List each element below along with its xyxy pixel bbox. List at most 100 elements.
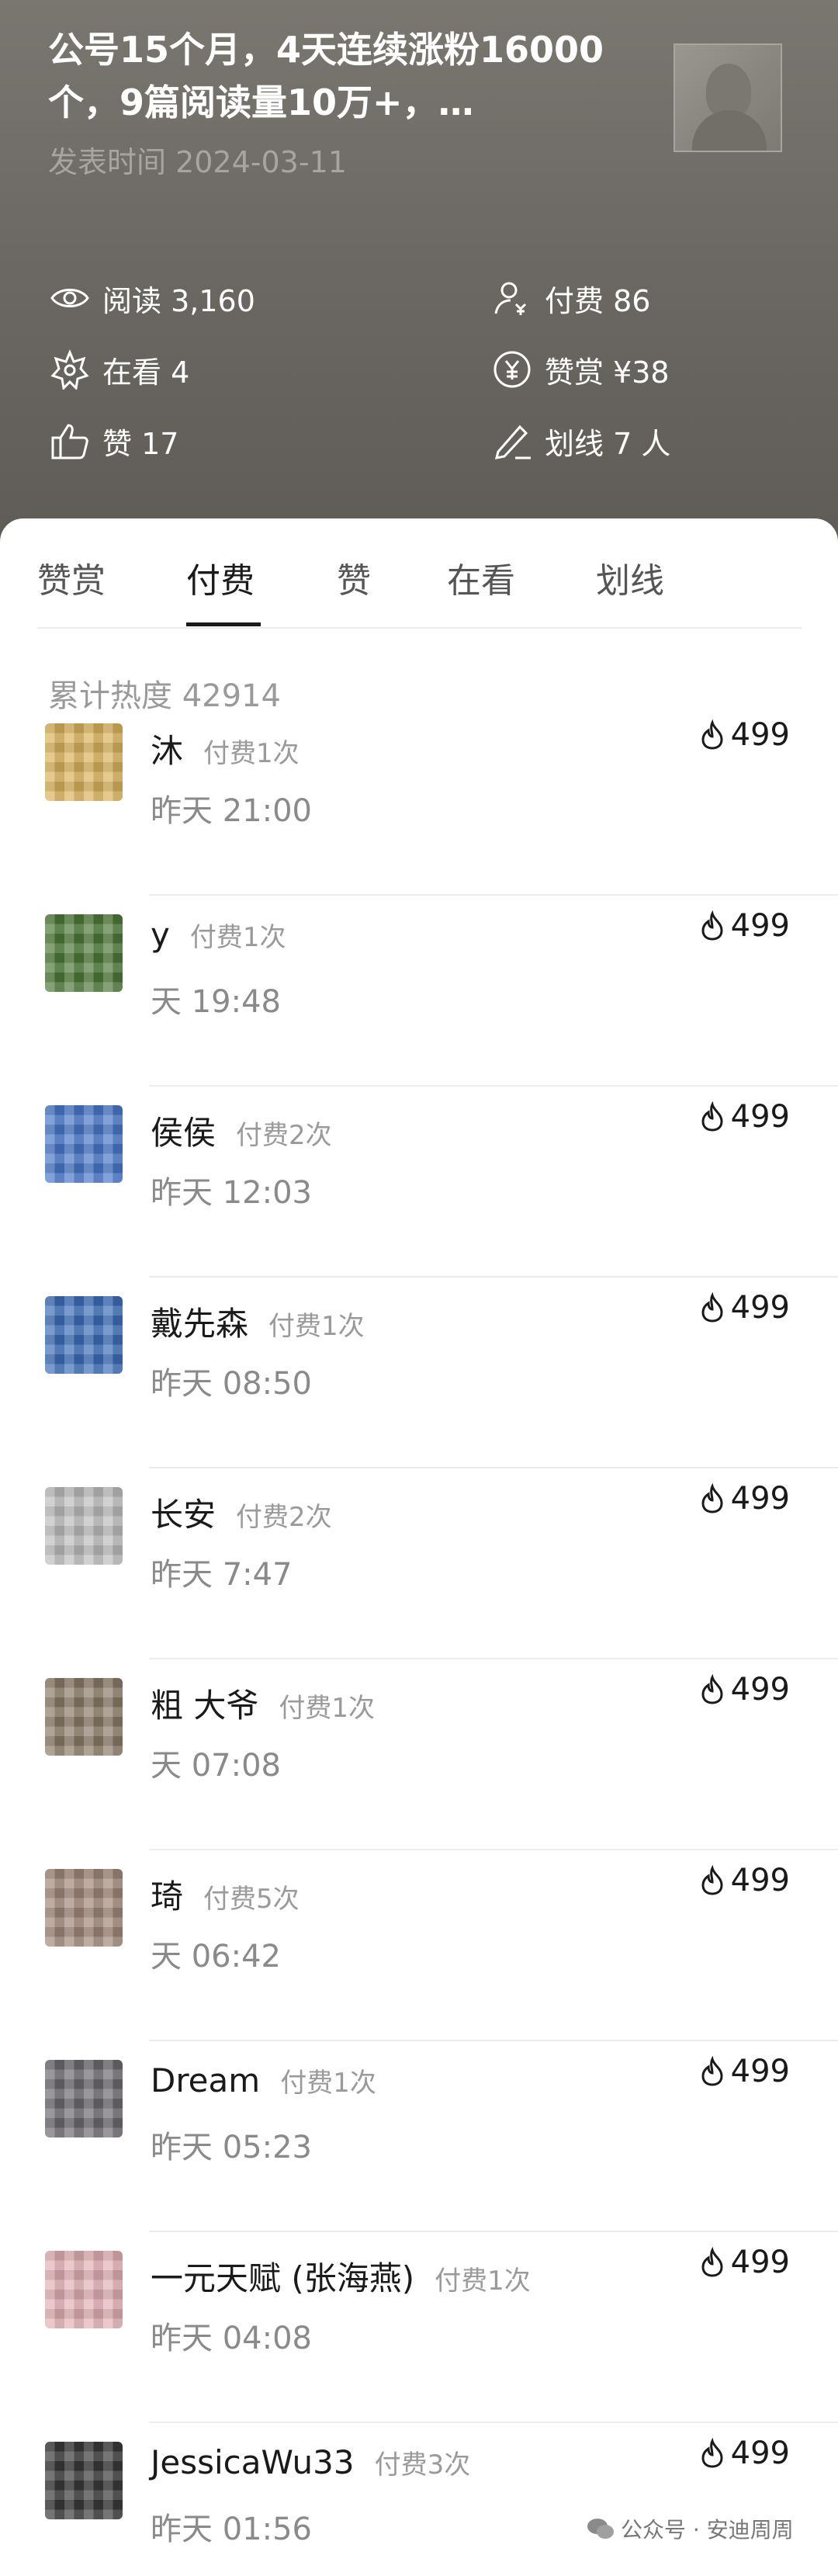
heat-value: 499 xyxy=(698,2245,790,2280)
payer-name-line: 琦付费5次 xyxy=(151,1870,300,1918)
avatar[interactable] xyxy=(45,2251,123,2328)
stat-reward-label: 赞赏 ¥38 xyxy=(545,355,670,390)
payment-row[interactable]: 一元天赋 (张海燕) 付费1次 昨天 04:08 499 xyxy=(0,2232,838,2423)
avatar[interactable] xyxy=(45,914,123,992)
flame-icon xyxy=(701,2056,723,2086)
tab-like[interactable]: 赞 xyxy=(337,553,371,602)
payer-name[interactable]: 粗 大爷 xyxy=(151,1687,258,1725)
heat-number: 499 xyxy=(730,2245,790,2280)
payer-name[interactable]: 琦 xyxy=(151,1877,183,1916)
pen-underline-icon xyxy=(490,419,534,463)
payer-name[interactable]: y xyxy=(151,916,170,954)
avatar[interactable] xyxy=(45,1487,123,1565)
pay-time: 昨天 04:08 xyxy=(151,2321,312,2356)
detail-sheet: 赞赏 付费 赞 在看 划线 累计热度 42914 沐付费1次 昨天 21:00 … xyxy=(0,518,838,2576)
payment-row[interactable]: 戴先森 付费1次 昨天 08:50 499 xyxy=(0,1278,838,1468)
stat-looking: 在看 4 xyxy=(48,346,189,393)
avatar[interactable] xyxy=(45,1678,123,1756)
tab-underline[interactable]: 划线 xyxy=(596,553,664,602)
payer-name-line: 粗 大爷 付费1次 xyxy=(151,1680,375,1727)
payer-name[interactable]: 长安 xyxy=(151,1496,216,1534)
payer-name[interactable]: Dream xyxy=(151,2061,260,2099)
payment-row[interactable]: JessicaWu33 付费3次 昨天 01:56 499 xyxy=(0,2423,838,2576)
payment-row[interactable]: 长安 付费2次 昨天 7:47 499 xyxy=(0,1468,838,1659)
yen-coin-icon xyxy=(490,348,534,391)
pay-time: 昨天 01:56 xyxy=(151,2512,312,2547)
stat-looking-label: 在看 4 xyxy=(102,355,190,390)
payer-name[interactable]: JessicaWu33 xyxy=(151,2443,355,2481)
avatar[interactable] xyxy=(45,1105,123,1183)
stat-like: 赞 17 xyxy=(48,418,178,464)
heat-number: 499 xyxy=(730,1099,790,1135)
payer-name-line: Dream 付费1次 xyxy=(151,2061,376,2099)
avatar[interactable] xyxy=(45,2442,123,2519)
active-tab-indicator xyxy=(186,622,261,626)
pay-count: 付费5次 xyxy=(203,1884,300,1915)
watermark-label: 公众号 · 安迪周周 xyxy=(621,2517,794,2543)
stat-underline-label: 划线 7 人 xyxy=(545,426,671,461)
payer-name-line: 沐付费1次 xyxy=(151,725,300,772)
heat-number: 499 xyxy=(730,908,790,944)
pay-count: 付费2次 xyxy=(236,1502,332,1533)
pay-time: 昨天 21:00 xyxy=(151,793,312,829)
pay-time: 昨天 12:03 xyxy=(151,1175,312,1211)
heat-value: 499 xyxy=(698,1481,790,1517)
payer-name[interactable]: 戴先森 xyxy=(151,1305,248,1343)
heat-number: 499 xyxy=(730,717,790,753)
flame-icon xyxy=(701,2438,723,2468)
pay-time: 昨天 05:23 xyxy=(151,2130,312,2165)
avatar[interactable] xyxy=(45,2060,123,2137)
heat-number: 499 xyxy=(730,1290,790,1326)
avatar[interactable] xyxy=(45,1296,123,1374)
tab-bar: 赞赏 付费 赞 在看 划线 xyxy=(0,518,838,629)
payment-row[interactable]: 侯侯 付费2次 昨天 12:03 499 xyxy=(0,1087,838,1278)
heat-value: 499 xyxy=(698,1863,790,1898)
pay-time: 天 19:48 xyxy=(151,984,281,1020)
stat-paid-label: 付费 86 xyxy=(545,283,651,318)
pay-count: 付费1次 xyxy=(435,2266,531,2297)
heat-value: 499 xyxy=(698,2054,790,2089)
tabs-divider xyxy=(37,627,802,629)
payment-row[interactable]: Dream 付费1次 昨天 05:23 499 xyxy=(0,2041,838,2232)
tab-paid[interactable]: 付费 xyxy=(186,553,255,602)
flame-icon xyxy=(701,2247,723,2277)
publish-time: 发表时间 2024-03-11 xyxy=(48,145,347,179)
payment-row[interactable]: 沐付费1次 昨天 21:00 499 xyxy=(0,705,838,896)
payment-row[interactable]: 琦付费5次 天 06:42 499 xyxy=(0,1850,838,2041)
payer-name[interactable]: 沐 xyxy=(151,732,183,770)
flame-icon xyxy=(701,1483,723,1513)
heat-number: 499 xyxy=(730,1863,790,1898)
heat-value: 499 xyxy=(698,908,790,944)
pay-time: 昨天 08:50 xyxy=(151,1366,312,1402)
payer-name-line: 长安 付费2次 xyxy=(151,1489,332,1536)
pay-count: 付费2次 xyxy=(236,1120,332,1151)
heat-number: 499 xyxy=(730,2436,790,2471)
payer-name[interactable]: 侯侯 xyxy=(151,1114,216,1152)
tab-looking[interactable]: 在看 xyxy=(447,553,515,602)
payment-row[interactable]: 粗 大爷 付费1次 天 07:08 499 xyxy=(0,1659,838,1850)
heat-value: 499 xyxy=(698,2436,790,2471)
wechat-icon xyxy=(587,2519,614,2539)
pay-count: 付费1次 xyxy=(203,738,300,769)
payer-name-line: 一元天赋 (张海燕) 付费1次 xyxy=(151,2252,531,2300)
watermark: 公众号 · 安迪周周 xyxy=(587,2513,794,2544)
heat-number: 499 xyxy=(730,1672,790,1708)
pay-count: 付费1次 xyxy=(268,1311,365,1342)
flame-icon xyxy=(701,1292,723,1323)
article-thumbnail[interactable] xyxy=(674,43,782,152)
flame-icon xyxy=(701,1101,723,1132)
heat-number: 499 xyxy=(730,2054,790,2089)
payer-name-line: JessicaWu33 付费3次 xyxy=(151,2443,470,2481)
flame-icon xyxy=(701,719,723,750)
pay-time: 天 06:42 xyxy=(151,1939,281,1974)
heat-value: 499 xyxy=(698,1672,790,1708)
avatar[interactable] xyxy=(45,723,123,801)
payer-name[interactable]: 一元天赋 (张海燕) xyxy=(151,2259,414,2297)
payment-row[interactable]: y 付费1次 天 19:48 499 xyxy=(0,896,838,1087)
heat-number: 499 xyxy=(730,1481,790,1517)
article-title: 公号15个月，4天连续涨粉16000个，9篇阅读量10万+，… xyxy=(48,29,604,123)
user-yen-icon xyxy=(490,276,534,320)
avatar[interactable] xyxy=(45,1869,123,1947)
tab-reward[interactable]: 赞赏 xyxy=(37,553,106,602)
flame-icon xyxy=(701,910,723,941)
